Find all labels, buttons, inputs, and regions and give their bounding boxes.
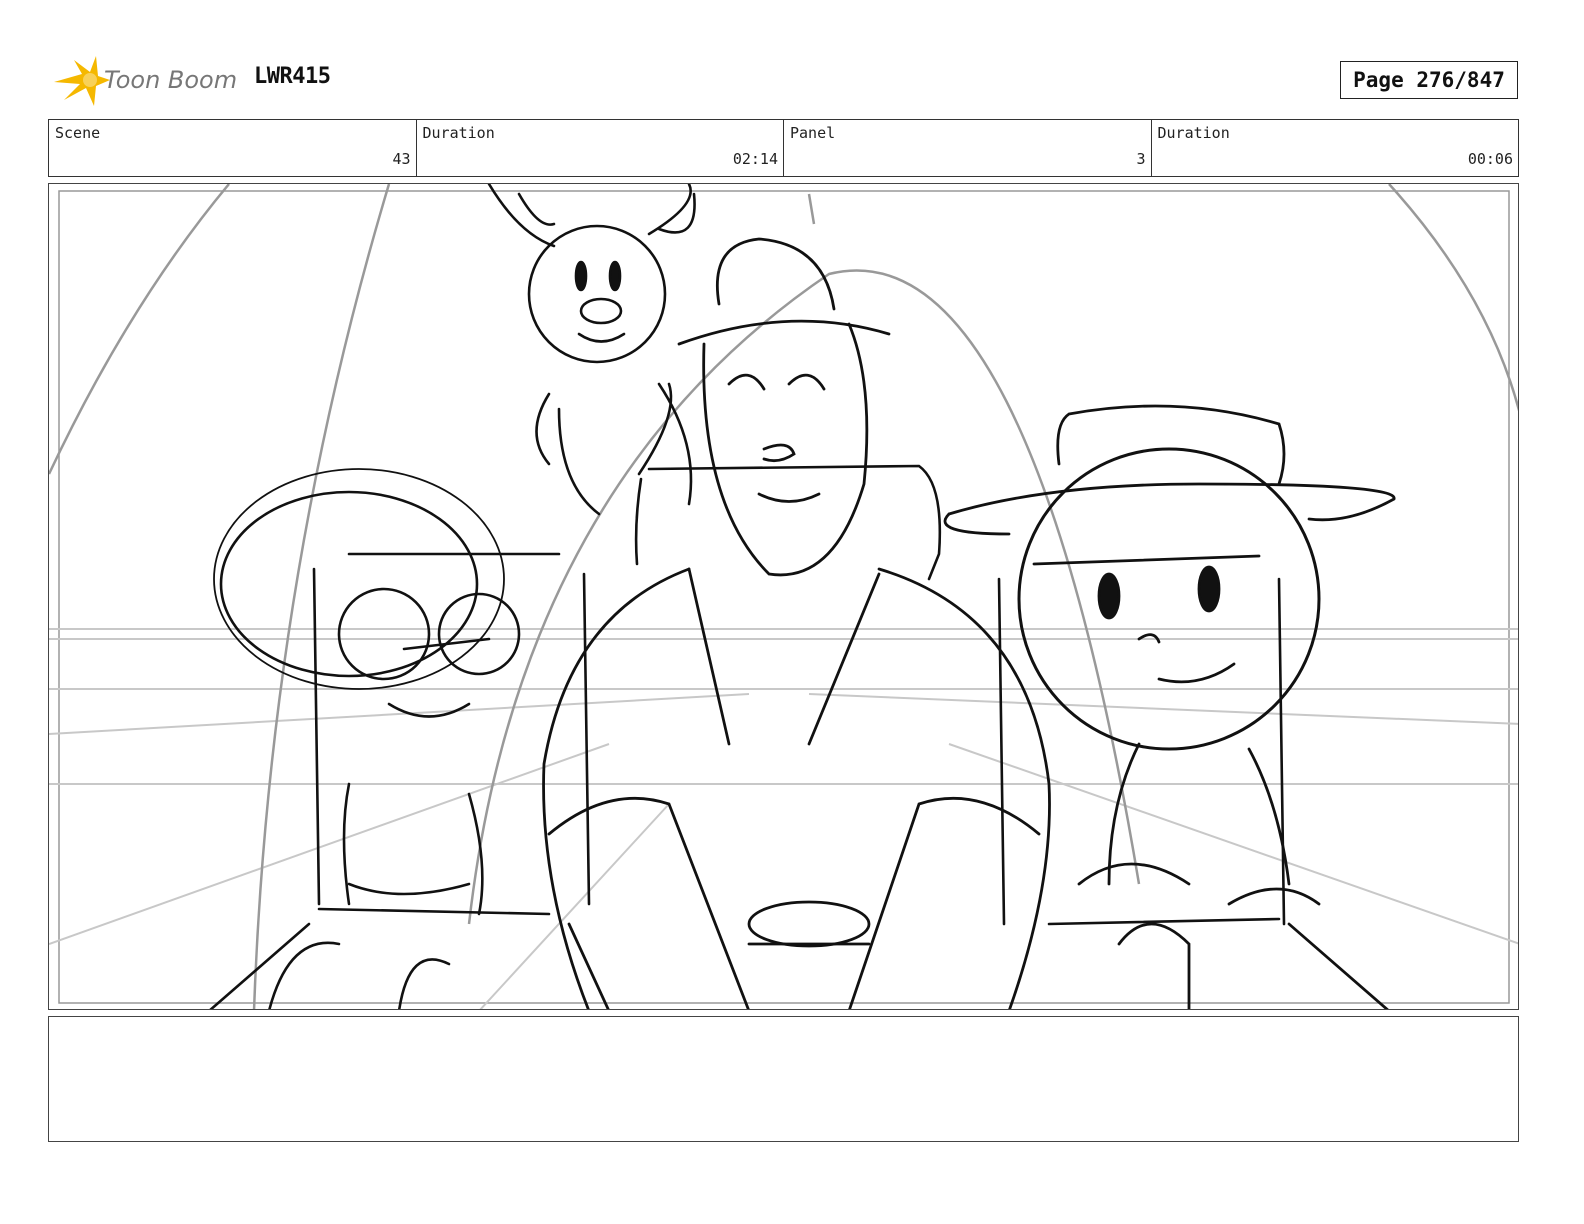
- info-table: Scene 43 Duration 02:14 Panel 3 Duration…: [48, 119, 1519, 177]
- panel-value: 3: [1136, 150, 1146, 168]
- panel-cell: Panel 3: [784, 120, 1152, 176]
- scene-duration-cell: Duration 02:14: [417, 120, 784, 176]
- dialogue-notes-box: [48, 1016, 1519, 1142]
- brand-name: Toon Boom: [104, 66, 238, 94]
- panel-duration-cell: Duration 00:06: [1152, 120, 1519, 176]
- scene-cell: Scene 43: [49, 120, 417, 176]
- panel-label: Panel: [790, 124, 836, 142]
- storyboard-panel: [48, 183, 1519, 1010]
- page-indicator: Page 276/847: [1340, 61, 1518, 99]
- storyboard-sketch: [49, 184, 1518, 1009]
- scene-duration-value: 02:14: [732, 150, 778, 168]
- scene-duration-label: Duration: [422, 124, 495, 142]
- panel-duration-label: Duration: [1157, 124, 1230, 142]
- panel-duration-value: 00:06: [1467, 150, 1513, 168]
- scene-value: 43: [392, 150, 411, 168]
- scene-label: Scene: [55, 124, 101, 142]
- project-code: LWR415: [254, 64, 331, 89]
- toon-boom-logo: Toon Boom: [52, 54, 242, 110]
